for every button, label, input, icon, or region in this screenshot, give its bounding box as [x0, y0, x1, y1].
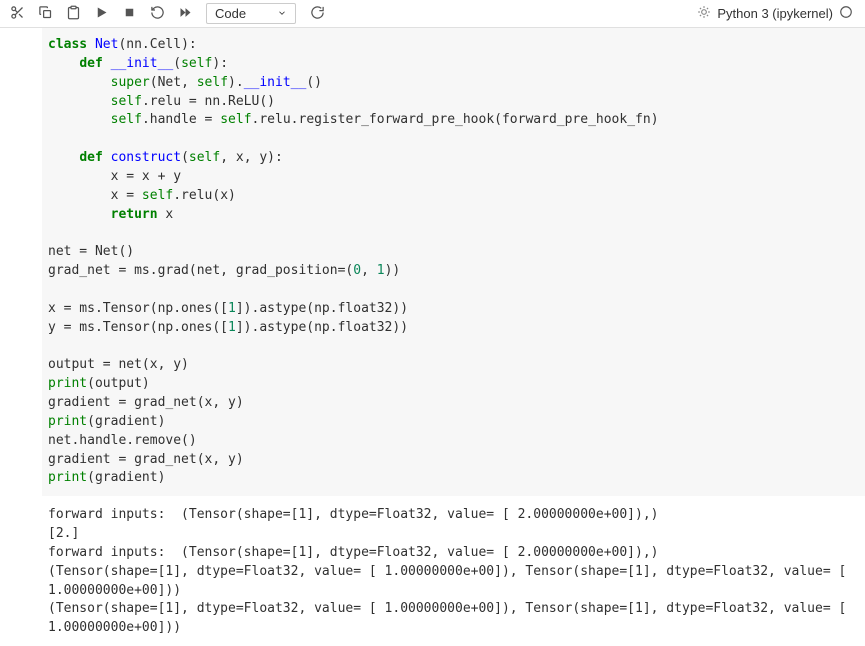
code-text [48, 94, 111, 109]
code-text [48, 207, 111, 222]
output-cell: forward inputs: (Tensor(shape=[1], dtype… [0, 496, 865, 646]
code-text: )) [385, 263, 401, 278]
code-text: x [158, 207, 174, 222]
kernel-busy-icon [697, 5, 711, 22]
restart-button[interactable] [144, 2, 170, 26]
code-text: .relu(x) [173, 188, 236, 203]
classname: Net [87, 37, 118, 52]
copy-icon [38, 5, 53, 23]
code-text: net = Net() [48, 244, 134, 259]
self: self [197, 75, 228, 90]
number: 1 [377, 263, 385, 278]
code-text: gradient = grad_net(x, y) [48, 452, 244, 467]
code-text [48, 56, 79, 71]
code-text: ). [228, 75, 244, 90]
cut-icon [10, 5, 25, 23]
code-text: , [361, 263, 377, 278]
code-text: .relu.register_forward_pre_hook(forward_… [252, 112, 659, 127]
code-text: .relu = nn.ReLU() [142, 94, 275, 109]
code-text: gradient = grad_net(x, y) [48, 395, 244, 410]
fastforward-button[interactable] [172, 2, 198, 26]
code-text: x = [48, 188, 142, 203]
fastforward-icon [178, 5, 193, 23]
self: self [189, 150, 220, 165]
keyword: return [111, 207, 158, 222]
code-cell[interactable]: class Net(nn.Cell): def __init__(self): … [0, 28, 865, 496]
notebook-area: class Net(nn.Cell): def __init__(self): … [0, 28, 865, 646]
stop-icon [122, 5, 137, 23]
refresh-kernel-icon [310, 5, 325, 23]
code-text [48, 75, 111, 90]
self: self [142, 188, 173, 203]
chevron-down-icon [277, 6, 287, 21]
self: self [181, 56, 212, 71]
code-text: grad_net = ms.grad(net, grad_position=( [48, 263, 353, 278]
number: 0 [353, 263, 361, 278]
toolbar-left: Code [4, 2, 695, 26]
cell-output: forward inputs: (Tensor(shape=[1], dtype… [42, 496, 865, 646]
paste-icon [66, 5, 81, 23]
kernel-name[interactable]: Python 3 (ipykernel) [717, 6, 833, 21]
cut-button[interactable] [4, 2, 30, 26]
run-icon [94, 5, 109, 23]
self: self [220, 112, 251, 127]
code-text: ]).astype(np.float32)) [236, 301, 408, 316]
cell-type-label: Code [215, 6, 273, 21]
code-text: .handle = [142, 112, 220, 127]
builtin: print [48, 376, 87, 391]
code-text: y = ms.Tensor(np.ones([ [48, 320, 228, 335]
self: self [111, 94, 142, 109]
copy-button[interactable] [32, 2, 58, 26]
code-text: x = ms.Tensor(np.ones([ [48, 301, 228, 316]
code-text: , x, y): [220, 150, 283, 165]
code-text: ( [173, 56, 181, 71]
code-text: net.handle.remove() [48, 433, 197, 448]
refresh-kernel-button[interactable] [304, 2, 330, 26]
stop-button[interactable] [116, 2, 142, 26]
cell-gutter [0, 496, 42, 646]
function: __init__ [103, 56, 173, 71]
cell-gutter [0, 28, 42, 496]
restart-icon [150, 5, 165, 23]
code-text: (gradient) [87, 414, 165, 429]
builtin: super [111, 75, 150, 90]
toolbar: Code Python 3 (ipykernel) [0, 0, 865, 28]
code-text: ): [212, 56, 228, 71]
function: __init__ [244, 75, 307, 90]
cell-type-select[interactable]: Code [206, 3, 296, 24]
code-text [48, 150, 79, 165]
code-text: (output) [87, 376, 150, 391]
code-input[interactable]: class Net(nn.Cell): def __init__(self): … [42, 28, 865, 496]
code-text: x = x + y [48, 169, 181, 184]
code-text: () [306, 75, 322, 90]
paste-button[interactable] [60, 2, 86, 26]
keyword: class [48, 37, 87, 52]
code-text: (gradient) [87, 470, 165, 485]
code-text: ( [181, 150, 189, 165]
code-text: (Net, [150, 75, 197, 90]
toolbar-right: Python 3 (ipykernel) [697, 5, 861, 22]
self: self [111, 112, 142, 127]
run-button[interactable] [88, 2, 114, 26]
code-text: ]).astype(np.float32)) [236, 320, 408, 335]
builtin: print [48, 470, 87, 485]
builtin: print [48, 414, 87, 429]
number: 1 [228, 320, 236, 335]
keyword: def [79, 56, 102, 71]
code-text: output = net(x, y) [48, 357, 189, 372]
code-text: (nn.Cell): [118, 37, 196, 52]
keyword: def [79, 150, 102, 165]
kernel-status-circle-icon[interactable] [839, 5, 853, 22]
number: 1 [228, 301, 236, 316]
function: construct [103, 150, 181, 165]
code-text [48, 112, 111, 127]
